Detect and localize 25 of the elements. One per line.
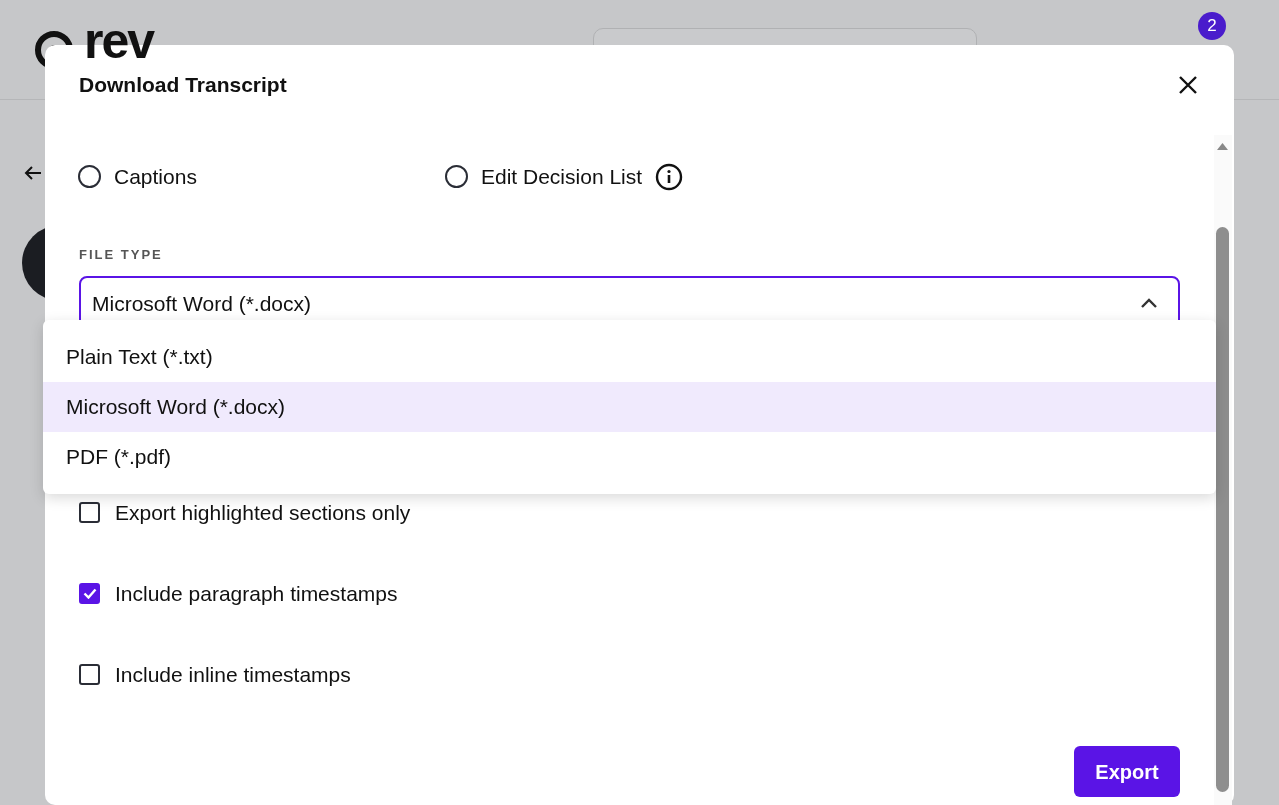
checkbox-label: Include inline timestamps xyxy=(115,661,351,688)
back-arrow-icon[interactable] xyxy=(24,164,42,181)
scroll-up-arrow-icon[interactable] xyxy=(1216,141,1229,151)
radio-button[interactable] xyxy=(78,165,101,189)
radio-label: Captions xyxy=(114,164,197,190)
scrollbar-thumb[interactable] xyxy=(1216,227,1229,792)
checkbox[interactable] xyxy=(79,664,100,685)
dropdown-option[interactable]: Microsoft Word (*.docx) xyxy=(43,382,1216,432)
notification-badge: 2 xyxy=(1198,12,1226,40)
field-label: FILE TYPE xyxy=(79,245,164,264)
dialog-title: Download Transcript xyxy=(79,72,287,98)
logo-text: rev xyxy=(84,15,154,66)
checkbox-label: Include paragraph timestamps xyxy=(115,580,398,607)
radio-label: Edit Decision List xyxy=(481,164,643,190)
radio-button[interactable] xyxy=(445,165,468,189)
dropdown-option[interactable]: PDF (*.pdf) xyxy=(43,432,1216,482)
info-icon[interactable] xyxy=(655,162,684,191)
check-icon xyxy=(82,588,97,599)
checkbox[interactable] xyxy=(79,502,100,523)
checkbox[interactable] xyxy=(79,583,100,604)
dropdown-option[interactable]: Plain Text (*.txt) xyxy=(43,332,1216,382)
scrollbar[interactable] xyxy=(1214,135,1232,805)
export-button[interactable]: Export xyxy=(1074,746,1180,797)
caret-icon xyxy=(1140,298,1158,309)
checkbox-label: Export highlighted sections only xyxy=(115,499,411,526)
